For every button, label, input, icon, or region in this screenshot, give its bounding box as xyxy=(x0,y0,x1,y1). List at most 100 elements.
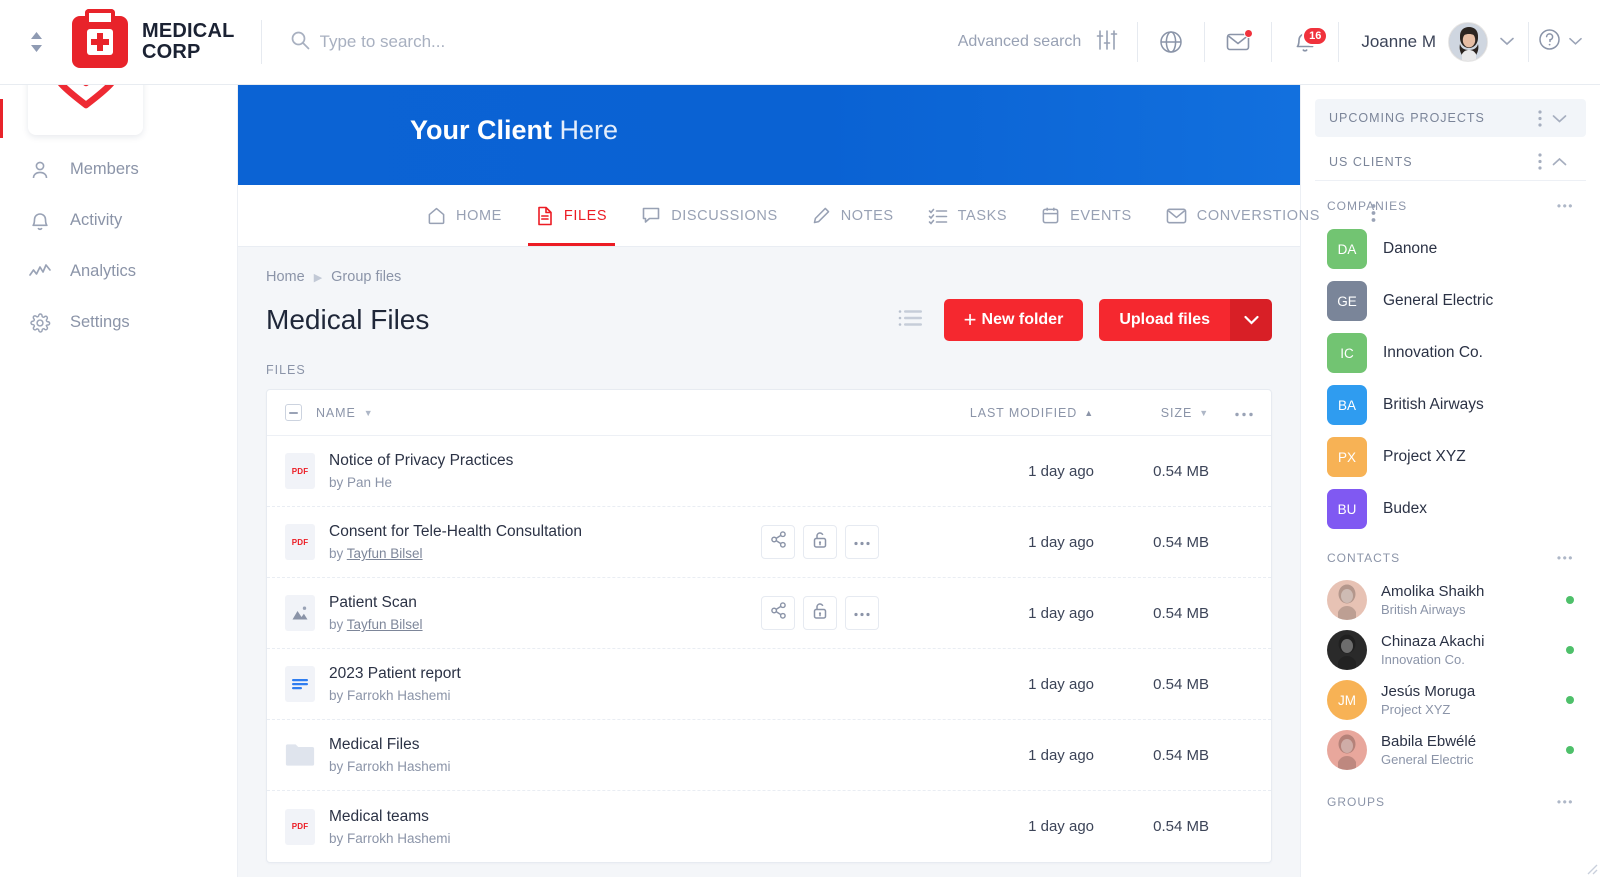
advanced-search-button[interactable]: Advanced search xyxy=(958,28,1138,57)
user-menu[interactable]: Joanne M xyxy=(1339,22,1528,62)
column-header-size[interactable]: SIZE ▼ xyxy=(1094,406,1209,420)
client-title-light: Here xyxy=(559,115,619,145)
sidebar-item-settings[interactable]: Settings xyxy=(0,297,237,348)
company-name: Budex xyxy=(1383,500,1427,517)
panel-upcoming-projects[interactable]: UPCOMING PROJECTS xyxy=(1315,99,1586,137)
file-name: Medical Files xyxy=(329,736,420,753)
contact-list-item[interactable]: JM Jesús Moruga Project XYZ xyxy=(1301,675,1600,725)
file-name: Medical teams xyxy=(329,807,429,825)
resize-handle-icon[interactable] xyxy=(1584,861,1598,875)
file-name: Consent for Tele-Health Consultation xyxy=(329,523,583,540)
company-list-item[interactable]: BU Budex xyxy=(1301,483,1600,535)
unlock-button[interactable] xyxy=(803,525,837,559)
breadcrumb-home[interactable]: Home xyxy=(266,269,305,285)
tab-files[interactable]: FILES xyxy=(519,185,624,246)
envelope-icon xyxy=(1166,208,1187,223)
company-avatar: GE xyxy=(1327,281,1367,321)
table-row[interactable]: PDF Medical teams by Farrokh Hashemi 1 day … xyxy=(267,791,1271,862)
table-row[interactable]: PDF Notice of Privacy Practices by Pan He 1… xyxy=(267,436,1271,507)
help-menu[interactable] xyxy=(1529,27,1582,57)
file-author-link[interactable]: Tayfun Bilsel xyxy=(347,617,423,632)
more-horizontal-icon[interactable]: ••• xyxy=(1557,551,1574,565)
row-action-buttons xyxy=(761,596,879,630)
company-name: Innovation Co. xyxy=(1383,344,1483,361)
tab-converstions[interactable]: CONVERSTIONS xyxy=(1149,185,1337,246)
file-name-cell: Medical Files by Farrokh Hashemi xyxy=(329,736,909,774)
file-author-line: by Farrokh Hashemi xyxy=(329,688,451,703)
company-list-item[interactable]: IC Innovation Co. xyxy=(1301,327,1600,379)
top-bar: MEDICAL CORP Advanced search xyxy=(0,0,1600,85)
tabs-more-icon[interactable] xyxy=(1359,203,1388,228)
file-author: Farrokh Hashemi xyxy=(347,830,451,846)
bell-icon[interactable]: 16 xyxy=(1272,0,1338,85)
vertical-dots-icon[interactable] xyxy=(1533,153,1547,170)
company-list-item[interactable]: PX Project XYZ xyxy=(1301,431,1600,483)
company-name: General Electric xyxy=(1383,292,1494,309)
more-horizontal-icon[interactable]: ••• xyxy=(1557,199,1574,213)
column-header-last-modified[interactable]: LAST MODIFIED ▲ xyxy=(909,406,1094,420)
file-name-cell: Consent for Tele-Health Consultation by T… xyxy=(329,523,761,561)
company-list-item[interactable]: GE General Electric xyxy=(1301,275,1600,327)
new-folder-button[interactable]: + New folder xyxy=(943,299,1084,341)
new-folder-label: New folder xyxy=(981,311,1064,328)
upload-files-button[interactable]: Upload files xyxy=(1099,299,1230,341)
sidebar-item-members[interactable]: Members xyxy=(0,144,237,195)
share-button[interactable] xyxy=(761,525,795,559)
list-view-icon[interactable] xyxy=(892,303,928,338)
contact-text: Amolika Shaikh British Airways xyxy=(1381,583,1552,617)
select-all-checkbox[interactable] xyxy=(285,404,302,421)
globe-icon[interactable] xyxy=(1138,0,1204,85)
pencil-icon xyxy=(813,207,830,224)
table-row[interactable]: Medical Files by Farrokh Hashemi 1 day ago… xyxy=(267,720,1271,791)
tab-notes[interactable]: NOTES xyxy=(795,185,911,246)
vertical-dots-icon[interactable] xyxy=(1533,109,1547,127)
more-horizontal-button[interactable] xyxy=(845,525,879,559)
company-name: Project XYZ xyxy=(1383,448,1466,465)
company-list-item[interactable]: BA British Airways xyxy=(1301,379,1600,431)
file-author-link[interactable]: Tayfun Bilsel xyxy=(347,546,423,561)
column-label: LAST MODIFIED xyxy=(969,405,1078,420)
company-list-item[interactable]: DA Danone xyxy=(1301,223,1600,275)
client-banner: Your Client Here xyxy=(238,85,1300,185)
contact-list-item[interactable]: Amolika Shaikh British Airways xyxy=(1301,575,1600,625)
upload-options-chevron-down-icon[interactable] xyxy=(1230,299,1272,341)
table-row[interactable]: Patient Scan by Tayfun Bilsel 1 day ago 0.5… xyxy=(267,578,1271,649)
tab-label: CONVERSTIONS xyxy=(1196,207,1320,224)
contact-name: Amolika Shaikh xyxy=(1381,583,1485,600)
column-header-name[interactable]: NAME ▼ xyxy=(316,406,909,420)
share-button[interactable] xyxy=(761,596,795,630)
avatar xyxy=(1448,22,1488,62)
table-options-icon[interactable] xyxy=(1209,406,1253,420)
file-author-line: by Pan He xyxy=(329,475,393,490)
unlock-button[interactable] xyxy=(803,596,837,630)
table-row[interactable]: PDF Consent for Tele-Health Consultation b… xyxy=(267,507,1271,578)
tab-label: DISCUSSIONS xyxy=(671,207,778,224)
contact-list-item[interactable]: Babila Ebwélé General Electric xyxy=(1301,725,1600,775)
breadcrumb-current[interactable]: Group files xyxy=(331,269,401,285)
tab-home[interactable]: HOME xyxy=(410,185,519,246)
company-name: Danone xyxy=(1383,240,1438,257)
contact-list-item[interactable]: Chinaza Akachi Innovation Co. xyxy=(1301,625,1600,675)
chevron-up-icon[interactable] xyxy=(1547,157,1572,166)
table-row[interactable]: 2023 Patient report by Farrokh Hashemi 1 d… xyxy=(267,649,1271,720)
company-avatar: BU xyxy=(1327,489,1367,529)
collapse-toggle-icon[interactable] xyxy=(0,31,72,53)
sidebar-item-analytics[interactable]: Analytics xyxy=(0,246,237,297)
more-horizontal-button[interactable] xyxy=(845,596,879,630)
tab-discussions[interactable]: DISCUSSIONS xyxy=(624,185,795,246)
tab-tasks[interactable]: TASKS xyxy=(911,185,1024,246)
unlock-icon xyxy=(812,531,828,554)
pdf-file-icon: PDF xyxy=(285,453,315,489)
tab-events[interactable]: EVENTS xyxy=(1024,185,1149,246)
more-horizontal-icon[interactable]: ••• xyxy=(1557,795,1574,809)
file-name-cell: Notice of Privacy Practices by Pan He xyxy=(329,452,909,490)
mail-icon[interactable] xyxy=(1205,0,1271,85)
search-input[interactable] xyxy=(319,32,740,52)
page-actions: + New folder Upload files xyxy=(892,299,1272,341)
more-horizontal-icon xyxy=(854,533,870,551)
sidebar-item-activity[interactable]: Activity xyxy=(0,195,237,246)
panel-us-clients[interactable]: US CLIENTS xyxy=(1315,143,1586,181)
contact-org: Project XYZ xyxy=(1381,702,1451,717)
chevron-down-icon[interactable] xyxy=(1547,114,1572,123)
brand-logo-group[interactable]: MEDICAL CORP xyxy=(72,16,261,68)
